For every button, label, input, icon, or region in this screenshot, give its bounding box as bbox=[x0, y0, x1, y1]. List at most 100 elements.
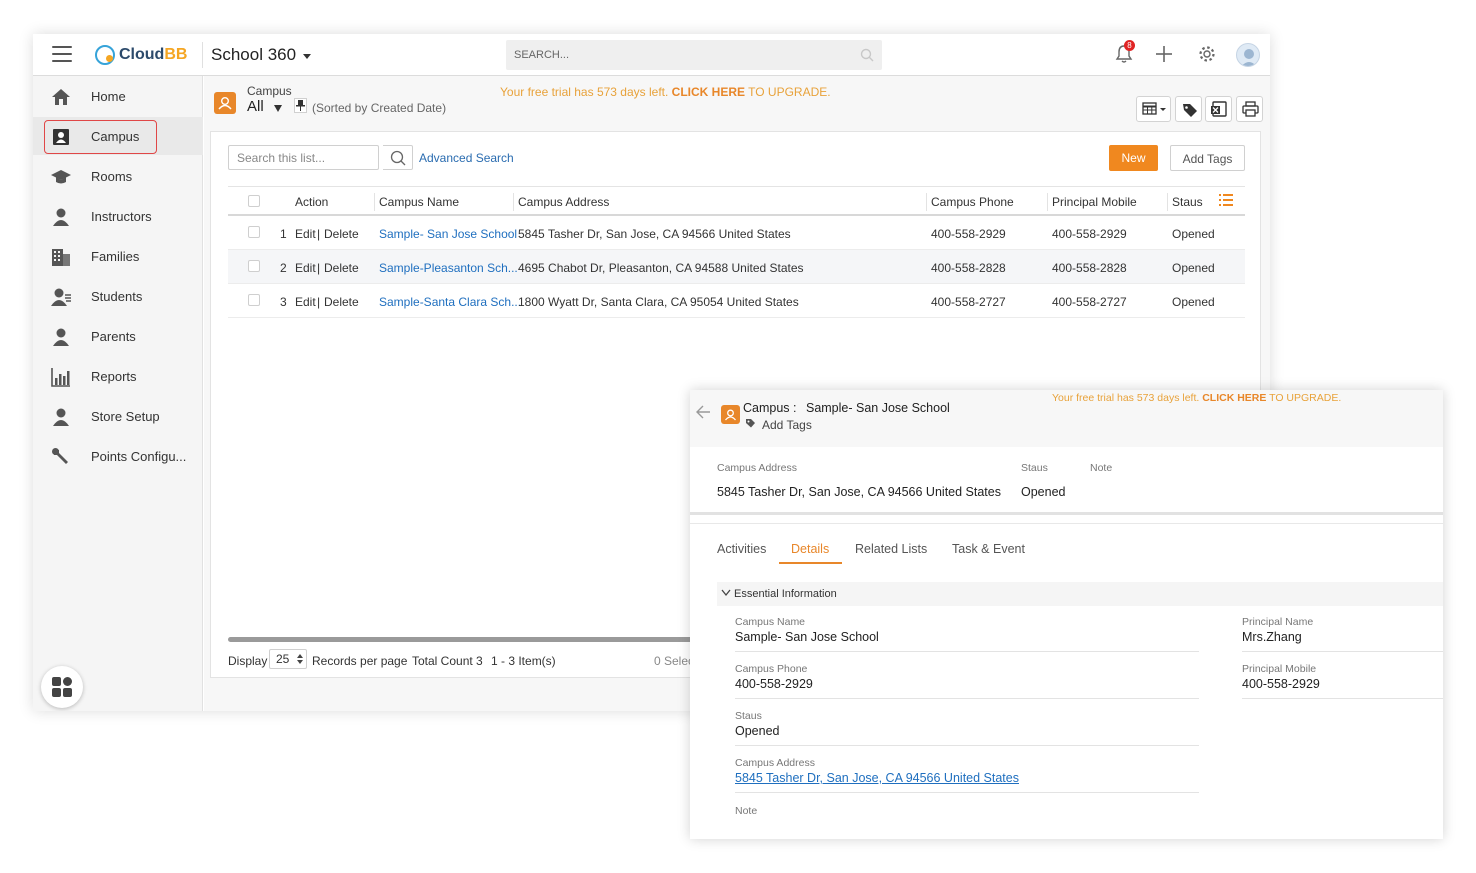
app-switch-caret-icon[interactable] bbox=[303, 54, 311, 59]
topbar-divider bbox=[202, 42, 203, 68]
field-note-label: Note bbox=[735, 805, 758, 817]
tag-button[interactable] bbox=[1175, 96, 1202, 122]
sidebar-item-reports[interactable]: Reports bbox=[33, 357, 203, 395]
table-row[interactable]: 2 Edit | Delete Sample-Pleasanton Sch...… bbox=[228, 250, 1245, 284]
trial-suffix: TO UPGRADE. bbox=[1269, 392, 1342, 404]
sidebar-item-students[interactable]: Students bbox=[33, 277, 203, 315]
search-icon[interactable] bbox=[860, 48, 874, 62]
upgrade-link[interactable]: CLICK HERE bbox=[672, 85, 745, 99]
tab-task-event[interactable]: Task & Event bbox=[952, 542, 1025, 556]
row-principal-mobile: 400-558-2828 bbox=[1052, 261, 1127, 275]
row-campus-name-link[interactable]: Sample- San Jose School bbox=[379, 227, 517, 241]
column-header-principal-mobile[interactable]: Principal Mobile bbox=[1052, 195, 1137, 209]
home-icon bbox=[52, 89, 70, 105]
export-button[interactable] bbox=[1205, 96, 1232, 122]
row-campus-name-link[interactable]: Sample-Santa Clara Sch... bbox=[379, 295, 521, 309]
person-icon bbox=[53, 408, 69, 426]
column-header-status[interactable]: Staus bbox=[1172, 195, 1203, 209]
summary-status-label: Staus bbox=[1021, 462, 1048, 474]
row-delete-link[interactable]: Delete bbox=[324, 295, 359, 309]
global-search-input[interactable] bbox=[506, 40, 836, 70]
trial-suffix: TO UPGRADE. bbox=[748, 85, 831, 99]
logo-text-cloud: Cloud bbox=[119, 46, 165, 63]
plus-icon[interactable] bbox=[1155, 45, 1173, 68]
sidebar-item-home[interactable]: Home bbox=[33, 77, 203, 115]
sidebar-item-store-setup[interactable]: Store Setup bbox=[33, 397, 203, 435]
list-search-button[interactable] bbox=[383, 145, 413, 170]
tab-details[interactable]: Details bbox=[791, 542, 829, 556]
sidebar-item-label: Points Configu... bbox=[91, 448, 187, 464]
sidebar-item-instructors[interactable]: Instructors bbox=[33, 197, 203, 235]
view-dropdown-caret-icon[interactable] bbox=[274, 105, 282, 112]
horizontal-scrollbar[interactable] bbox=[228, 637, 708, 642]
row-campus-address: 4695 Chabot Dr, Pleasanton, CA 94588 Uni… bbox=[518, 261, 804, 275]
row-campus-address: 1800 Wyatt Dr, Santa Clara, CA 95054 Uni… bbox=[518, 295, 799, 309]
page-size-select[interactable]: 25 bbox=[269, 649, 307, 669]
campus-module-icon bbox=[721, 405, 740, 424]
column-header-action[interactable]: Action bbox=[295, 195, 328, 209]
table-row[interactable]: 3 Edit | Delete Sample-Santa Clara Sch..… bbox=[228, 284, 1245, 318]
field-campus-name-value: Sample- San Jose School bbox=[735, 630, 879, 644]
column-header-campus-address[interactable]: Campus Address bbox=[518, 195, 609, 209]
row-delete-link[interactable]: Delete bbox=[324, 227, 359, 241]
print-button[interactable] bbox=[1236, 96, 1263, 122]
row-delete-link[interactable]: Delete bbox=[324, 261, 359, 275]
user-avatar[interactable] bbox=[1236, 43, 1260, 67]
page-size-value: 25 bbox=[276, 652, 290, 666]
row-edit-link[interactable]: Edit bbox=[295, 227, 316, 241]
row-checkbox[interactable] bbox=[248, 226, 260, 238]
detail-add-tags[interactable]: Add Tags bbox=[745, 418, 812, 432]
sidebar-item-parents[interactable]: Parents bbox=[33, 317, 203, 355]
column-header-campus-phone[interactable]: Campus Phone bbox=[931, 195, 1014, 209]
section-essential-information[interactable]: Essential Information bbox=[717, 582, 1443, 606]
field-principal-mobile-label: Principal Mobile bbox=[1242, 663, 1317, 675]
summary-address-label: Campus Address bbox=[717, 462, 797, 474]
pin-icon[interactable] bbox=[294, 98, 307, 113]
tab-related-lists[interactable]: Related Lists bbox=[855, 542, 927, 556]
list-view-selector[interactable]: All bbox=[247, 98, 264, 115]
item-range: 1 - 3 Item(s) bbox=[491, 654, 556, 668]
upgrade-link[interactable]: CLICK HERE bbox=[1202, 392, 1266, 404]
table-row[interactable]: 1 Edit | Delete Sample- San Jose School … bbox=[228, 216, 1245, 250]
sidebar-item-rooms[interactable]: Rooms bbox=[33, 157, 203, 195]
row-checkbox[interactable] bbox=[248, 260, 260, 272]
field-campus-address-link[interactable]: 5845 Tasher Dr, San Jose, CA 94566 Unite… bbox=[735, 771, 1019, 785]
list-search-input[interactable] bbox=[228, 145, 379, 170]
table-view-button[interactable] bbox=[1136, 96, 1171, 122]
gear-icon[interactable] bbox=[1198, 45, 1216, 68]
row-campus-name-link[interactable]: Sample-Pleasanton Sch... bbox=[379, 261, 518, 275]
summary-note-label: Note bbox=[1090, 462, 1113, 474]
person-icon bbox=[53, 328, 69, 346]
tag-icon bbox=[746, 419, 755, 428]
app-launcher-button[interactable] bbox=[41, 666, 83, 708]
sidebar-item-label: Families bbox=[91, 248, 140, 264]
tab-activities[interactable]: Activities bbox=[717, 542, 766, 556]
app-title[interactable]: School 360 bbox=[211, 45, 296, 65]
back-arrow-icon[interactable] bbox=[695, 404, 711, 420]
row-action-separator: | bbox=[317, 295, 321, 309]
row-edit-link[interactable]: Edit bbox=[295, 261, 316, 275]
row-campus-address: 5845 Tasher Dr, San Jose, CA 94566 Unite… bbox=[518, 227, 791, 241]
cloudbb-logo[interactable]: Cloud BB bbox=[95, 45, 187, 65]
excel-icon bbox=[1211, 101, 1227, 117]
new-button[interactable]: New bbox=[1109, 145, 1158, 171]
add-tags-button[interactable]: Add Tags bbox=[1170, 145, 1245, 171]
advanced-search-link[interactable]: Advanced Search bbox=[419, 151, 514, 165]
column-settings-icon[interactable] bbox=[1219, 194, 1233, 209]
row-status: Opened bbox=[1172, 227, 1215, 241]
detail-title-value: Sample- San Jose School bbox=[805, 401, 950, 415]
select-all-checkbox[interactable] bbox=[248, 195, 260, 207]
row-checkbox[interactable] bbox=[248, 294, 260, 306]
row-edit-link[interactable]: Edit bbox=[295, 295, 316, 309]
trial-text: Your free trial has 573 days left. bbox=[500, 85, 669, 99]
notification-bell-icon[interactable]: 8 bbox=[1115, 40, 1135, 69]
row-number: 1 bbox=[280, 227, 287, 241]
selected-count: 0 Selec bbox=[654, 654, 695, 668]
campus-module-icon bbox=[214, 92, 236, 114]
logo-text-bb: BB bbox=[164, 46, 188, 63]
hamburger-menu-icon[interactable] bbox=[52, 46, 72, 62]
sidebar-item-points-configuration[interactable]: Points Configu... bbox=[33, 437, 203, 475]
column-header-campus-name[interactable]: Campus Name bbox=[379, 195, 459, 209]
sidebar-item-families[interactable]: Families bbox=[33, 237, 203, 275]
bar-chart-icon bbox=[51, 368, 70, 387]
